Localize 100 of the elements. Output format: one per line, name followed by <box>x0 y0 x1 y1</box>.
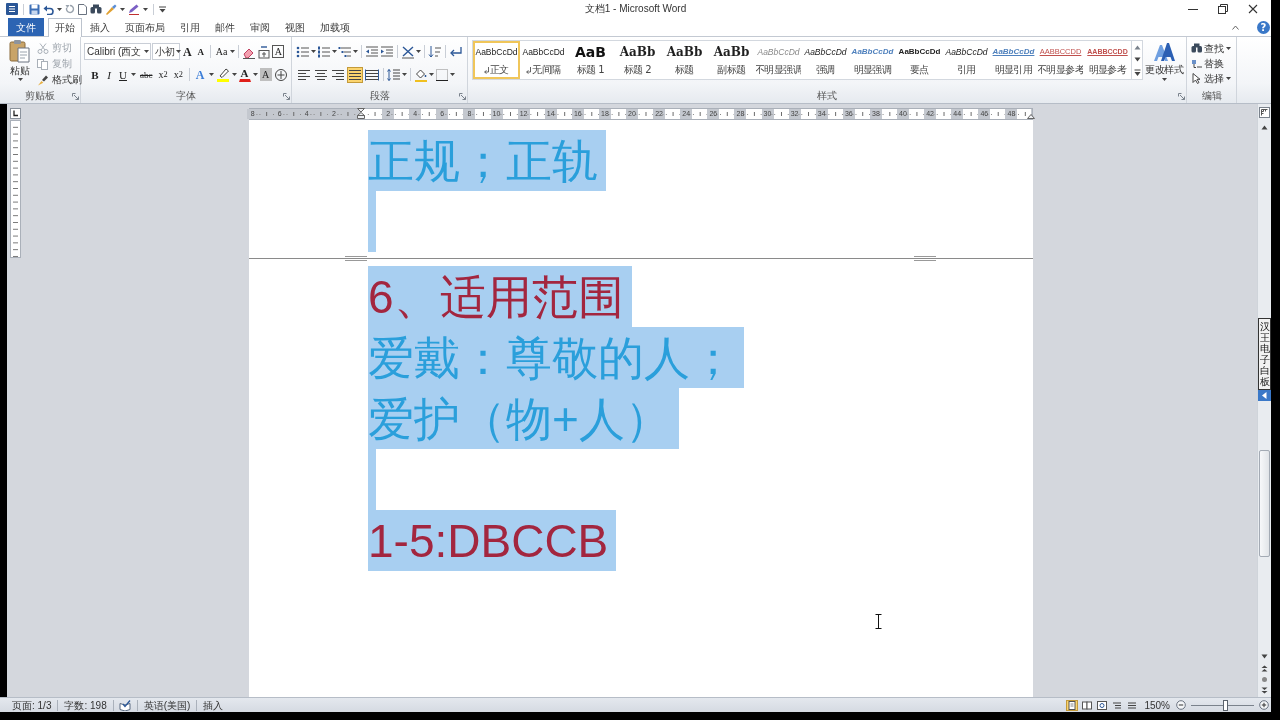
caret-icon[interactable] <box>17 78 23 81</box>
sort-icon[interactable] <box>428 44 442 59</box>
circled-cross-icon[interactable] <box>273 67 288 82</box>
ribbon-tab[interactable]: 审阅 <box>243 18 277 36</box>
scroll-down-icon[interactable] <box>1261 654 1268 659</box>
bold-button[interactable]: B <box>89 66 101 83</box>
caret-icon[interactable] <box>353 50 358 53</box>
style-item[interactable]: AaBbCcDd 明显强调 <box>849 41 896 79</box>
style-item[interactable]: AaBbCcDd 正文 <box>473 41 520 79</box>
dialog-launcher-icon[interactable] <box>282 92 290 100</box>
font-color-button[interactable]: A <box>238 67 251 82</box>
strikethrough-button[interactable]: abc <box>138 66 155 83</box>
web-layout-icon[interactable] <box>1096 699 1109 711</box>
style-item[interactable]: AaBb 副标题 <box>708 41 755 79</box>
caret-icon[interactable] <box>429 73 434 76</box>
change-case-button[interactable]: Aa <box>213 43 230 60</box>
new-document-icon[interactable] <box>78 3 87 15</box>
caret-icon[interactable] <box>450 73 455 76</box>
language-indicator[interactable]: 英语(美国) <box>137 698 197 712</box>
undo-icon[interactable] <box>43 3 54 15</box>
border-icon[interactable] <box>435 67 449 82</box>
outline-icon[interactable] <box>1111 699 1124 711</box>
ribbon-tab[interactable]: 插入 <box>83 18 117 36</box>
side-panel-tab[interactable]: 汉王电子白板 <box>1258 318 1271 390</box>
bullets-icon[interactable] <box>296 44 310 59</box>
caret-icon[interactable] <box>144 50 149 53</box>
ribbon-tab[interactable]: 加载项 <box>313 18 357 36</box>
underline-button[interactable]: U <box>117 66 129 83</box>
caret-icon[interactable] <box>131 73 136 76</box>
page-number[interactable]: 页面: 1/3 <box>6 698 58 712</box>
ribbon-tab[interactable]: 页面布局 <box>118 18 172 36</box>
grow-font-button[interactable]: A <box>181 43 194 60</box>
character-border-button[interactable]: A <box>272 45 285 58</box>
editing-tool[interactable]: 选择 <box>1191 71 1236 86</box>
zoom-in-icon[interactable] <box>1259 700 1269 710</box>
dialog-launcher-icon[interactable] <box>71 92 79 100</box>
scroll-up-icon[interactable] <box>1261 125 1268 130</box>
return-arrow-icon[interactable] <box>449 44 463 59</box>
restore-icon[interactable] <box>1218 4 1228 14</box>
indent-marker-icon[interactable] <box>1027 114 1035 119</box>
editing-tool[interactable]: 查找 <box>1191 41 1236 56</box>
style-item[interactable]: AaB 标题 1 <box>567 41 614 79</box>
caret-icon[interactable] <box>120 7 125 11</box>
caret-icon[interactable] <box>1226 47 1231 50</box>
style-item[interactable]: AaBbCcDd 无间隔 <box>520 41 567 79</box>
editing-tool[interactable]: 替换 <box>1191 56 1236 71</box>
file-menu-tab[interactable]: 文件 <box>8 18 44 36</box>
ribbon-tab[interactable]: 引用 <box>173 18 207 36</box>
text-effects-button[interactable]: A <box>193 66 207 83</box>
dialog-launcher-icon[interactable] <box>458 92 466 100</box>
help-button[interactable]: ? <box>1257 20 1270 34</box>
phonetic-guide-icon[interactable] <box>257 44 272 59</box>
caret-icon[interactable] <box>1161 78 1167 81</box>
caret-icon[interactable] <box>57 7 62 11</box>
justify-icon[interactable] <box>347 66 363 83</box>
font-name-field[interactable]: Calibri (西文 <box>84 43 151 60</box>
gallery-down-icon[interactable] <box>1133 56 1141 62</box>
zoom-out-icon[interactable] <box>1176 700 1186 710</box>
dialog-launcher-icon[interactable] <box>1177 92 1185 100</box>
caret-icon[interactable] <box>176 50 181 53</box>
close-icon[interactable] <box>1248 4 1258 14</box>
caret-icon[interactable] <box>402 73 407 76</box>
numbering-icon[interactable] <box>317 44 331 59</box>
caret-icon[interactable] <box>252 73 258 76</box>
collapse-ribbon-icon[interactable] <box>1232 24 1239 30</box>
browse-object-icon[interactable] <box>1261 676 1268 683</box>
document-logo-icon[interactable] <box>6 3 18 15</box>
caret-icon[interactable] <box>230 50 236 53</box>
style-item[interactable]: AaBbCcDd 引用 <box>943 41 990 79</box>
previous-page-icon[interactable] <box>1261 665 1268 672</box>
character-shading-button[interactable]: A <box>259 68 272 81</box>
caret-icon[interactable] <box>332 50 337 53</box>
caret-icon[interactable] <box>231 73 237 76</box>
style-item[interactable]: AaBb 标题 <box>661 41 708 79</box>
ribbon-tab[interactable]: 邮件 <box>208 18 242 36</box>
italic-button[interactable]: I <box>103 66 115 83</box>
pen-icon[interactable] <box>128 3 140 15</box>
gallery-up-icon[interactable] <box>1133 44 1141 50</box>
caret-icon[interactable] <box>1226 77 1231 80</box>
ribbon-tab[interactable]: 开始 <box>48 18 82 37</box>
style-item[interactable]: AaBbCcDd 明显引用 <box>990 41 1037 79</box>
zoom-slider-thumb[interactable] <box>1223 699 1229 711</box>
increase-indent-icon[interactable] <box>380 44 394 59</box>
style-item[interactable]: AaBb 标题 2 <box>614 41 661 79</box>
clipboard-tool[interactable]: 格式刷 <box>37 72 82 88</box>
zoom-level[interactable]: 150% <box>1141 698 1173 712</box>
next-page-icon[interactable] <box>1261 687 1268 694</box>
style-item[interactable]: AaBbCcDd 强调 <box>802 41 849 79</box>
style-item[interactable]: AaBbCcDd 要点 <box>896 41 943 79</box>
proofing-check-icon[interactable] <box>118 699 132 711</box>
save-icon[interactable] <box>29 3 40 15</box>
highlighter-icon[interactable] <box>215 67 230 82</box>
crossed-lines-icon[interactable] <box>401 44 415 59</box>
indent-marker-icon[interactable] <box>357 108 365 119</box>
caret-icon[interactable] <box>208 73 214 76</box>
scroll-thumb[interactable] <box>1259 450 1270 557</box>
reading-layout-icon[interactable] <box>1081 699 1094 711</box>
print-layout-icon[interactable] <box>1066 699 1079 711</box>
word-count[interactable]: 字数: 198 <box>58 698 113 712</box>
caret-icon[interactable] <box>311 50 316 53</box>
